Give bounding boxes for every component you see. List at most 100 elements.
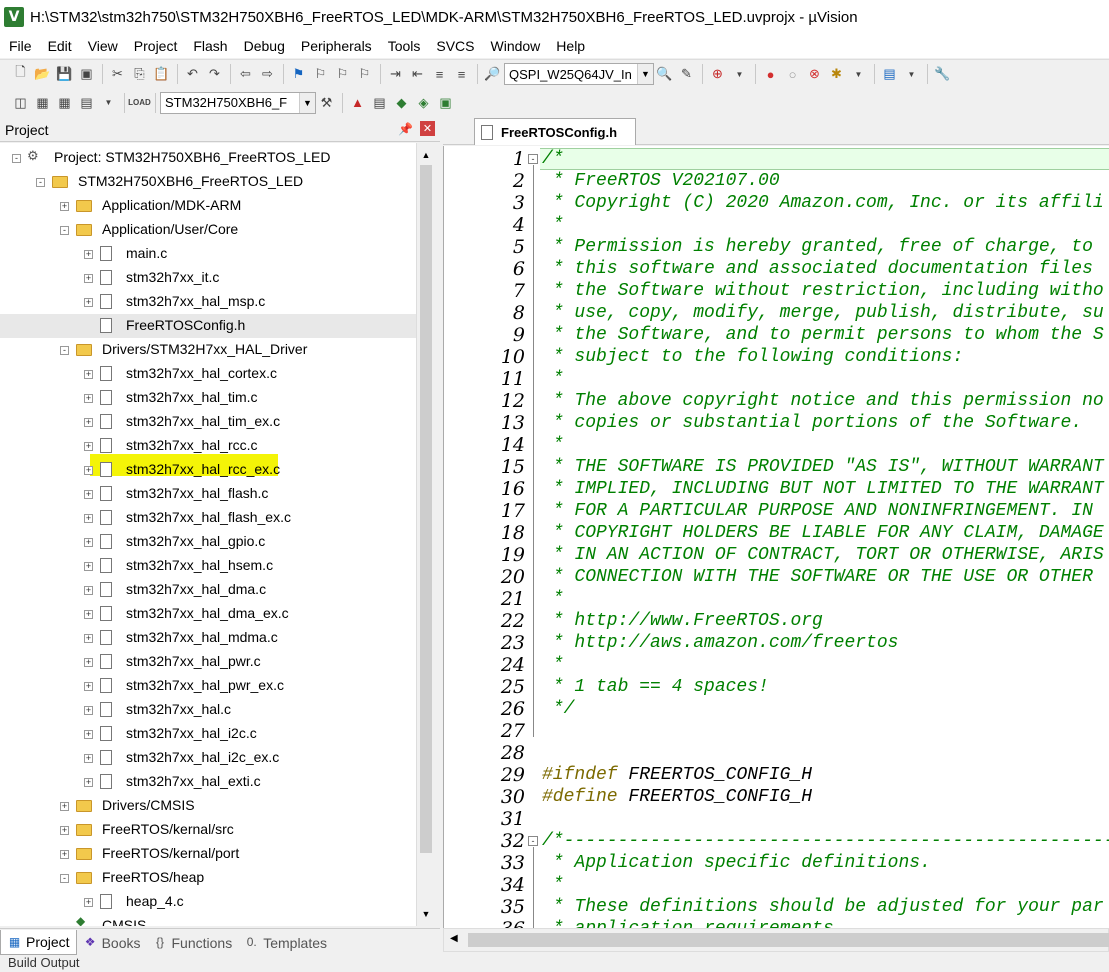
menu-svcs[interactable]: SVCS — [427, 38, 481, 54]
tree-file[interactable]: + stm32h7xx_hal_tim_ex.c — [0, 410, 416, 434]
nav-back-icon[interactable]: ⇦ — [235, 64, 256, 85]
code-line[interactable]: * — [542, 369, 564, 389]
tree-file[interactable]: + main.c — [0, 242, 416, 266]
expand-icon[interactable]: + — [84, 394, 93, 403]
expand-icon[interactable]: + — [84, 562, 93, 571]
tree-file[interactable]: + stm32h7xx_hal_rcc.c — [0, 434, 416, 458]
expand-icon[interactable]: + — [84, 778, 93, 787]
tree-file[interactable]: + stm32h7xx_hal_flash.c — [0, 482, 416, 506]
dropdown-arrow-icon[interactable]: ▼ — [848, 64, 869, 85]
tree-file[interactable]: + stm32h7xx_hal_i2c_ex.c — [0, 746, 416, 770]
expand-icon[interactable]: + — [84, 730, 93, 739]
code-line[interactable]: * FreeRTOS V202107.00 — [542, 171, 780, 191]
nav-forward-icon[interactable]: ⇨ — [257, 64, 278, 85]
tree-group[interactable]: - FreeRTOS/heap — [0, 866, 416, 890]
tree-file[interactable]: + stm32h7xx_hal_rcc_ex.c — [0, 458, 416, 482]
tab-functions[interactable]: {} Functions — [147, 930, 239, 955]
menu-help[interactable]: Help — [547, 38, 592, 54]
fold-icon[interactable]: - — [528, 836, 538, 846]
code-line[interactable]: * — [542, 589, 564, 609]
code-line[interactable]: * 1 tab == 4 spaces! — [542, 677, 769, 697]
code-line[interactable]: * Permission is hereby granted, free of … — [542, 237, 1104, 257]
code-line[interactable]: * — [542, 655, 564, 675]
comment-icon[interactable]: ≡ — [429, 64, 450, 85]
tab-project[interactable]: ▦ Project — [0, 930, 77, 955]
code-line[interactable]: * use, copy, modify, merge, publish, dis… — [542, 303, 1104, 323]
tree-target[interactable]: - STM32H750XBH6_FreeRTOS_LED — [0, 170, 416, 194]
code-line[interactable]: * IN AN ACTION OF CONTRACT, TORT OR OTHE… — [542, 545, 1104, 565]
clear-bookmarks-icon[interactable]: ⚐ — [354, 64, 375, 85]
tree-file[interactable]: + stm32h7xx_hal_msp.c — [0, 290, 416, 314]
expand-icon[interactable]: + — [84, 490, 93, 499]
debug-session-icon[interactable]: ⊕ — [707, 64, 728, 85]
tree-file[interactable]: + stm32h7xx_hal_hsem.c — [0, 554, 416, 578]
prev-bookmark-icon[interactable]: ⚐ — [310, 64, 331, 85]
tree-file[interactable]: + stm32h7xx_hal_exti.c — [0, 770, 416, 794]
tree-file[interactable]: + stm32h7xx_hal_i2c.c — [0, 722, 416, 746]
preprocessor-line[interactable]: #define FREERTOS_CONFIG_H — [542, 787, 812, 807]
tree-file[interactable]: + stm32h7xx_hal_gpio.c — [0, 530, 416, 554]
tree-file[interactable]: + stm32h7xx_hal_dma.c — [0, 578, 416, 602]
open-file-icon[interactable]: 📂 — [32, 64, 53, 85]
wrench-icon[interactable]: 🔧 — [932, 64, 953, 85]
code-line[interactable]: * Application specific definitions. — [542, 853, 931, 873]
paste-icon[interactable]: 📋 — [151, 64, 172, 85]
expand-icon[interactable]: + — [84, 658, 93, 667]
copy-icon[interactable]: ⎘ — [129, 64, 150, 85]
expand-icon[interactable]: + — [84, 442, 93, 451]
expand-icon[interactable]: + — [84, 298, 93, 307]
incremental-find-icon[interactable]: ✎ — [676, 64, 697, 85]
close-icon[interactable]: ✕ — [420, 121, 435, 136]
expand-icon[interactable]: + — [84, 418, 93, 427]
expand-icon[interactable]: + — [84, 274, 93, 283]
expand-icon[interactable]: + — [84, 538, 93, 547]
tree-group[interactable]: + FreeRTOS/kernal/src — [0, 818, 416, 842]
tree-file[interactable]: + stm32h7xx_hal.c — [0, 698, 416, 722]
uncomment-icon[interactable]: ≡ — [451, 64, 472, 85]
code-line[interactable]: * CONNECTION WITH THE SOFTWARE OR THE US… — [542, 567, 1104, 587]
collapse-icon[interactable]: - — [60, 874, 69, 883]
build-icon[interactable]: ▦ — [32, 92, 53, 113]
menu-project[interactable]: Project — [125, 38, 185, 54]
expand-icon[interactable]: + — [84, 250, 93, 259]
menu-view[interactable]: View — [79, 38, 125, 54]
tree-file[interactable]: + stm32h7xx_hal_tim.c — [0, 386, 416, 410]
tree-group[interactable]: + Application/MDK-ARM — [0, 194, 416, 218]
unindent-icon[interactable]: ⇤ — [407, 64, 428, 85]
code-line[interactable]: * the Software without restriction, incl… — [542, 281, 1104, 301]
target-options-icon[interactable]: ⚒ — [316, 92, 337, 113]
expand-icon[interactable]: + — [84, 706, 93, 715]
find-icon[interactable]: 🔍 — [654, 64, 675, 85]
project-scrollbar[interactable]: ▲ ▼ — [416, 143, 435, 926]
select-packs-icon[interactable]: ◆ — [391, 92, 412, 113]
redo-icon[interactable]: ↷ — [204, 64, 225, 85]
window-layout-icon[interactable]: ▤ — [879, 64, 900, 85]
code-line[interactable]: /* — [542, 149, 564, 169]
chevron-down-icon[interactable]: ▼ — [637, 64, 653, 84]
manage-environment-icon[interactable]: ▤ — [369, 92, 390, 113]
collapse-icon[interactable]: - — [60, 346, 69, 355]
tree-group[interactable]: - Drivers/STM32H7xx_HAL_Driver — [0, 338, 416, 362]
expand-icon[interactable]: + — [84, 898, 93, 907]
scroll-thumb[interactable] — [468, 933, 1109, 947]
code-line[interactable]: * COPYRIGHT HOLDERS BE LIABLE FOR ANY CL… — [542, 523, 1104, 543]
code-line[interactable]: * — [542, 215, 564, 235]
tree-group[interactable]: - Application/User/Core — [0, 218, 416, 242]
download-load-icon[interactable]: LOAD — [128, 92, 151, 113]
batch-build-icon[interactable]: ▤ — [76, 92, 97, 113]
expand-icon[interactable]: + — [60, 202, 69, 211]
manage-project-icon[interactable]: ▲ — [347, 92, 368, 113]
editor-horizontal-scrollbar[interactable]: ◀ — [443, 928, 1109, 952]
find-in-files-icon[interactable]: 🔎 — [482, 64, 503, 85]
tree-file[interactable]: + stm32h7xx_hal_pwr_ex.c — [0, 674, 416, 698]
code-editor[interactable]: 1 2 3 4 5 6 7 8 9 10 11 12 13 14 15 16 17 18 19 20 21 22 23 24 2… — [443, 146, 1109, 928]
expand-icon[interactable]: + — [84, 682, 93, 691]
scroll-down-icon[interactable]: ▼ — [417, 905, 435, 922]
chevron-down-icon[interactable]: ▼ — [299, 92, 315, 113]
code-line[interactable]: * The above copyright notice and this pe… — [542, 391, 1104, 411]
next-bookmark-icon[interactable]: ⚐ — [332, 64, 353, 85]
dropdown-arrow-icon[interactable]: ▼ — [901, 64, 922, 85]
tree-file[interactable]: + stm32h7xx_hal_dma_ex.c — [0, 602, 416, 626]
expand-icon[interactable]: + — [60, 826, 69, 835]
save-icon[interactable]: 💾 — [54, 64, 75, 85]
